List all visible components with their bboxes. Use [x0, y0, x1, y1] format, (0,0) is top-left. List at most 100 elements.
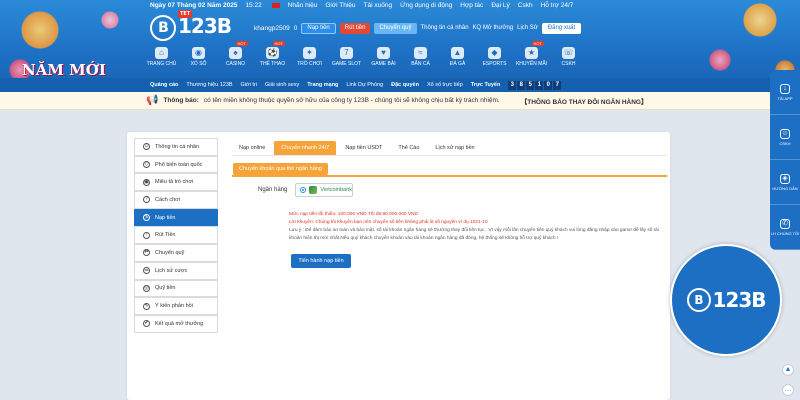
transfer-button[interactable]: Chuyển quỹ	[374, 22, 417, 34]
counter-digit: 7	[553, 80, 562, 90]
nav-item-6[interactable]: ♥ GAME BÀI	[365, 47, 402, 73]
link-cooperation[interactable]: Hợp tác	[460, 2, 483, 9]
diamond-icon: ◇	[143, 161, 150, 169]
menu-label: Miêu tả trò chơi	[155, 179, 194, 186]
nav-item-5[interactable]: 7 GAME SLOT	[328, 47, 365, 73]
backup-link[interactable]: Link Dự Phòng	[346, 82, 383, 88]
deposit-button[interactable]: Nạp tiền	[301, 22, 336, 34]
withdraw-icon: ↑	[143, 231, 150, 239]
profile-link[interactable]: Thông tin cá nhân	[421, 25, 469, 31]
menu-item-1[interactable]: ◇ Phổ biến toàn quốc	[134, 155, 218, 174]
nav-item-11[interactable]: ☏ CSKH	[550, 47, 587, 73]
esports-icon: ◆	[488, 47, 501, 59]
badge-logo-mark-icon: B	[686, 288, 711, 312]
menu-item-5[interactable]: ↑ Rút Tiền	[134, 226, 218, 245]
nav-item-2[interactable]: ♠ CASINO HOT	[217, 41, 254, 73]
homepage-link[interactable]: Trang mạng	[307, 82, 338, 88]
note-text: Lưu ý : Để đảm bảo an toàn và bảo mật, s…	[289, 227, 659, 241]
menu-item-2[interactable]: ▣ Miêu tả trò chơi	[134, 173, 218, 192]
new-year-banner-text: NĂM MỚI	[22, 61, 106, 79]
nav-label: XỔ SỐ	[190, 61, 207, 67]
intro-link[interactable]: Giới tri	[241, 82, 257, 88]
nav-item-9[interactable]: ◆ ESPORTS	[476, 47, 513, 73]
nav-item-7[interactable]: ≈ BẮN CÁ	[402, 47, 439, 73]
feedback-icon: ✎	[143, 302, 150, 310]
link-download[interactable]: Tải xuống	[364, 2, 393, 9]
deposit-label: Nạp tiền	[307, 25, 330, 31]
promo-icon: ★	[525, 47, 538, 59]
counter-digit: 3	[508, 80, 517, 90]
time-text: 15:22	[245, 1, 262, 9]
account-bar: khangp2509 0 Nạp tiền Rút tiền Chuyển qu…	[254, 22, 582, 34]
nav-item-0[interactable]: ⌂ TRANG CHỦ	[143, 47, 180, 73]
ad-link[interactable]: Quảng cáo	[150, 82, 178, 88]
withdraw-button[interactable]: Rút tiền	[339, 22, 371, 34]
dock-item-0[interactable]: ↓ TẢI APP	[770, 70, 800, 115]
menu-label: Thông tin cá nhân	[155, 143, 200, 150]
counter-digit: 0	[544, 80, 553, 90]
tet-badge: TET	[178, 10, 193, 18]
link-intro[interactable]: Giới Thiệu	[325, 2, 355, 9]
nav-item-3[interactable]: ⚽ THỂ THAO HOT	[254, 41, 291, 73]
rights-link[interactable]: Đặc quyền	[391, 82, 419, 88]
menu-item-8[interactable]: ◎ Quỹ tiền	[134, 279, 218, 298]
site-logo[interactable]: B 123B TET	[150, 10, 240, 42]
flag-icon[interactable]	[271, 2, 280, 8]
menu-item-3[interactable]: ? Cách chơi	[134, 191, 218, 209]
tab-usdt[interactable]: Nạp tiền USDT	[338, 141, 389, 155]
online-counter: 3 8 5 1 0 7	[508, 80, 562, 90]
history-link[interactable]: Lịch Sử	[517, 25, 538, 31]
game-desc-icon: ▣	[143, 178, 150, 186]
scroll-up-icon[interactable]: ▲	[782, 364, 794, 376]
nav-item-8[interactable]: ▲ ĐÁ GÀ	[439, 47, 476, 73]
proceed-deposit-button[interactable]: Tiến hành nạp tiền	[291, 254, 351, 268]
counter-digit: 1	[535, 80, 544, 90]
menu-item-6[interactable]: ⇄ Chuyển quỹ	[134, 244, 218, 262]
advice-text: Lời khuyên: Chúng tôi khuyên bạn nên chu…	[289, 219, 488, 225]
nav-label: ĐÁ GÀ	[449, 61, 466, 67]
link-mobile-app[interactable]: Ứng dụng di động	[400, 2, 452, 9]
results-link[interactable]: KQ Mở thưởng	[473, 25, 514, 31]
tab-fast-transfer[interactable]: Chuyển nhanh 24/7	[274, 141, 337, 155]
menu-item-7[interactable]: ☰ Lịch sử cược	[134, 261, 218, 280]
link-brand[interactable]: Nhãn hiệu	[288, 2, 318, 9]
menu-item-0[interactable]: ☺ Thông tin cá nhân	[134, 138, 218, 156]
notice-headline[interactable]: 【THÔNG BÁO THAY ĐỔI NGÂN HÀNG】	[521, 96, 648, 106]
sub-bar: Quảng cáo Thương hiệu 123B Giới tri Giải…	[0, 78, 800, 92]
radio-selected-icon[interactable]	[300, 187, 307, 193]
nav-item-1[interactable]: ◉ XỔ SỐ	[180, 47, 217, 73]
menu-item-9[interactable]: ✎ Ý kiến phản hồi	[134, 297, 218, 315]
dock-item-2[interactable]: ◈ HƯỚNG DẪN	[770, 160, 800, 205]
nav-item-4[interactable]: ✦ TRÒ CHƠI	[291, 47, 328, 73]
dock-item-1[interactable]: ☺ CSKH	[770, 115, 800, 160]
hot-badge: HOT	[235, 41, 248, 46]
brand-link[interactable]: Thương hiệu 123B	[186, 82, 232, 88]
username: khangp2509	[254, 24, 290, 32]
menu-item-10[interactable]: ✔ Kết quả mở thưởng	[134, 314, 218, 333]
sexy-link[interactable]: Giải sinh sexy	[265, 82, 299, 88]
main-nav: ⌂ TRANG CHỦ ◉ XỔ SỐ ♠ CASINO HOT ⚽ THỂ THAO HOT ✦ T…	[143, 41, 587, 73]
floating-logo-badge[interactable]: B 123B	[670, 244, 782, 356]
bank-option[interactable]: Vietcombank	[295, 183, 354, 197]
nav-item-10[interactable]: ★ KHUYẾN MÃI HOT	[513, 41, 550, 73]
dock-label: LH CHÚNG TÔI	[770, 230, 800, 236]
nav-label: CASINO	[225, 61, 246, 67]
menu-item-4[interactable]: $ Nạp tiền	[134, 208, 218, 227]
dock-item-3[interactable]: ✆ LH CHÚNG TÔI	[770, 205, 800, 250]
more-options-icon[interactable]: …	[782, 384, 794, 396]
link-agent[interactable]: Đại Lý	[491, 2, 509, 9]
deposit-tabs: Nạp online Chuyển nhanh 24/7 Nạp tiền US…	[232, 141, 482, 155]
link-cskh[interactable]: Cskh	[518, 2, 533, 9]
bank-name: Vietcombank	[320, 187, 353, 193]
subtab-bank-transfer[interactable]: Chuyển khoản qua thẻ ngân hàng	[233, 163, 328, 175]
vietcombank-logo-icon	[309, 186, 318, 194]
lottery-link[interactable]: Xổ số trực tiếp	[427, 82, 463, 88]
menu-label: Lịch sử cược	[155, 267, 188, 274]
link-support-247[interactable]: Hỗ trợ 24/7	[541, 2, 574, 9]
tab-online-deposit[interactable]: Nạp online	[232, 141, 272, 155]
tab-deposit-history[interactable]: Lịch sử nạp tiền	[428, 141, 481, 155]
tab-scratch-card[interactable]: Thẻ Cào	[391, 141, 426, 155]
logout-button[interactable]: Đăng xuất	[541, 22, 582, 34]
menu-label: Quỹ tiền	[155, 285, 176, 292]
download-app-icon: ↓	[780, 83, 790, 94]
